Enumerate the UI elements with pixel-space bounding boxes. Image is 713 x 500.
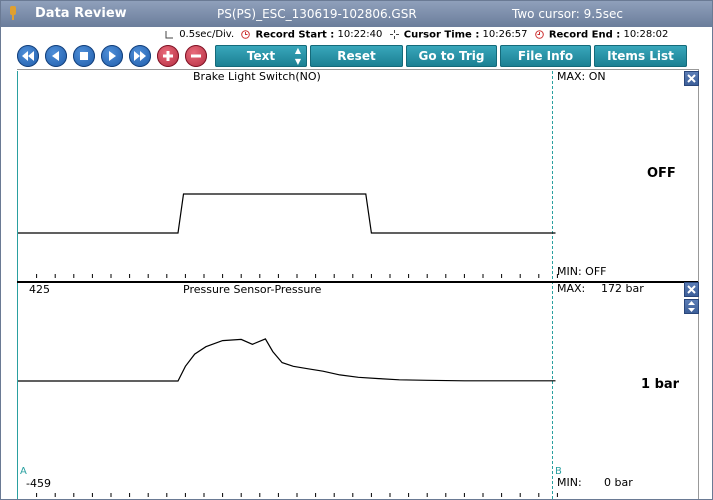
pressure-trace	[18, 338, 556, 382]
data-review-window: Data Review PS(PS)_ESC_130619-102806.GSR…	[0, 0, 713, 500]
brake-switch-trace	[18, 193, 556, 234]
plot-area	[18, 193, 558, 497]
